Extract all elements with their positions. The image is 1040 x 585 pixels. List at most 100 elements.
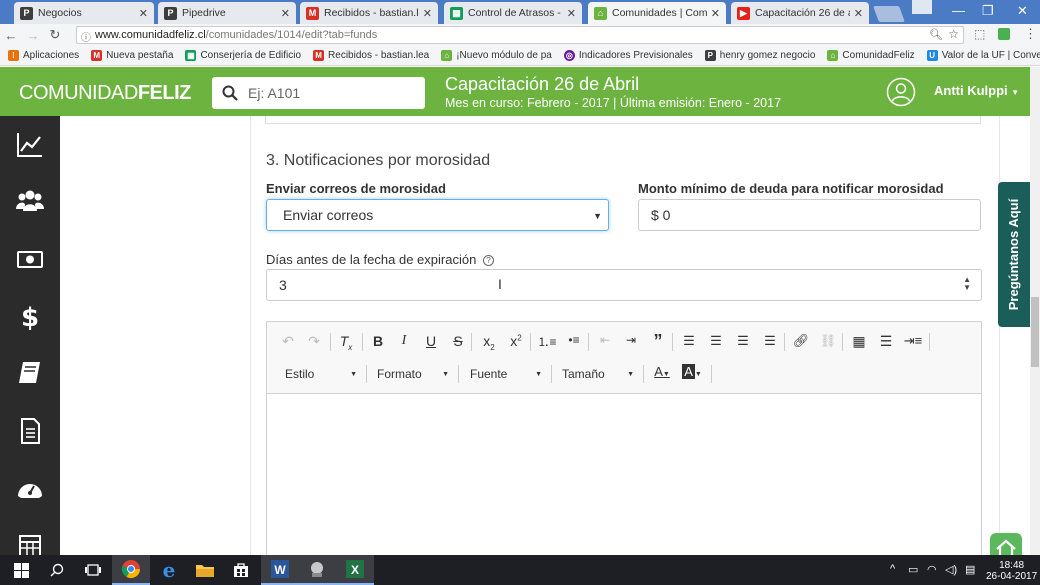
bookmark-henry[interactable]: Phenry gomez negocio: [704, 50, 815, 61]
browser-tab-comunidades[interactable]: ⌂ Comunidades | Comuni ✕: [588, 2, 726, 24]
table-icon[interactable]: ▦: [848, 333, 870, 350]
extension-icon[interactable]: ⬚: [974, 27, 985, 41]
undo-icon[interactable]: ↶: [277, 333, 299, 350]
volume-icon[interactable]: ◁): [945, 563, 957, 576]
browser-tab-sheets[interactable]: ▦ Control de Atrasos - Ho ✕: [444, 2, 582, 24]
search-box[interactable]: [212, 77, 425, 109]
windows-start-icon[interactable]: [2, 555, 40, 585]
size-combo[interactable]: Tamaño ▼: [562, 364, 634, 384]
browser-tab-youtube[interactable]: ▶ Capacitación 26 de abri ✕: [731, 2, 869, 24]
sidebar-item-payments[interactable]: $: [0, 291, 60, 341]
search-input[interactable]: [248, 85, 418, 101]
bookmark-nuevo-modulo[interactable]: ⌂ ¡Nuevo módulo de pa: [441, 50, 552, 61]
system-clock[interactable]: 18:48 26-04-2017: [986, 560, 1037, 582]
help-icon[interactable]: ?: [482, 255, 494, 266]
font-combo[interactable]: Fuente ▼: [470, 364, 542, 384]
reload-icon[interactable]: ↻: [44, 27, 66, 43]
chrome-icon[interactable]: [112, 555, 150, 585]
user-menu[interactable]: Antti Kulppi ▼: [934, 83, 1019, 98]
file-explorer-icon[interactable]: [186, 555, 224, 585]
bookmark-indicadores[interactable]: ◎ Indicadores Previsionales: [563, 50, 693, 61]
sidebar-item-dashboard[interactable]: [0, 464, 60, 514]
align-center-icon[interactable]: ☰: [705, 333, 727, 349]
format-combo[interactable]: Formato ▼: [377, 364, 449, 384]
sidebar-item-documents[interactable]: [0, 406, 60, 456]
restore-icon[interactable]: ❐: [982, 3, 994, 19]
strikethrough-icon[interactable]: S: [447, 333, 469, 349]
close-icon[interactable]: ✕: [423, 7, 432, 20]
outdent-icon[interactable]: ⇤: [594, 333, 616, 347]
number-stepper-icon[interactable]: ▲ ▼: [963, 276, 971, 292]
source-icon[interactable]: ⇥≡: [902, 333, 924, 349]
min-amount-input[interactable]: $ 0: [638, 199, 981, 231]
logo[interactable]: COMUNIDADFELIZ: [19, 82, 191, 105]
browser-tab-gmail[interactable]: M Recibidos - bastian.leal ✕: [300, 2, 438, 24]
sidebar-item-residents[interactable]: [0, 176, 60, 226]
chevron-up-icon[interactable]: ^: [890, 563, 895, 575]
search-icon[interactable]: [38, 555, 76, 585]
bookmark-recibidos[interactable]: M Recibidos - bastian.lea: [313, 50, 429, 61]
close-icon[interactable]: ✕: [281, 7, 290, 20]
redo-icon[interactable]: ↷: [303, 333, 325, 350]
wifi-icon[interactable]: ◠: [927, 563, 937, 576]
zoom-icon[interactable]: 🔍︎: [929, 28, 943, 41]
sidebar-item-stats[interactable]: [0, 120, 60, 170]
star-icon[interactable]: ☆: [948, 27, 959, 41]
help-tab[interactable]: Pregúntanos Aquí: [998, 182, 1030, 327]
horizontal-rule-icon[interactable]: ☰: [875, 333, 897, 350]
notifications-icon[interactable]: ▤: [965, 563, 975, 576]
page-scrollbar[interactable]: [1030, 67, 1040, 555]
scrollbar-thumb[interactable]: [1031, 297, 1039, 367]
minimize-icon[interactable]: —: [952, 3, 965, 18]
link-icon[interactable]: 🔗︎: [790, 333, 812, 349]
justify-icon[interactable]: ☰: [759, 333, 781, 349]
send-emails-select[interactable]: Enviar correos ▼: [266, 199, 609, 231]
bookmark-comunidadfeliz[interactable]: ⌂ ComunidadFeliz: [827, 50, 915, 61]
word-icon[interactable]: W: [261, 555, 299, 585]
excel-icon[interactable]: X: [336, 555, 374, 585]
numbered-list-icon[interactable]: ⒈≡: [536, 333, 558, 350]
remove-format-icon[interactable]: Tx: [335, 333, 357, 352]
back-icon[interactable]: ←: [0, 28, 22, 43]
bookmark-apps[interactable]: ⁞ Aplicaciones: [8, 50, 79, 61]
style-combo[interactable]: Estilo ▼: [285, 364, 357, 384]
close-window-icon[interactable]: ✕: [1017, 3, 1028, 19]
edge-icon[interactable]: e: [150, 555, 188, 585]
close-icon[interactable]: ✕: [854, 7, 863, 20]
superscript-icon[interactable]: x2: [505, 333, 527, 349]
browser-tab-pipedrive[interactable]: P Pipedrive ✕: [158, 2, 296, 24]
url-input[interactable]: ⓘ www.comunidadfeliz.cl/comunidades/1014…: [76, 26, 964, 44]
battery-icon[interactable]: ▭: [908, 563, 918, 576]
days-input[interactable]: 3 ▲ ▼: [266, 269, 982, 301]
app-generic-icon[interactable]: [298, 555, 336, 585]
align-right-icon[interactable]: ☰: [732, 333, 754, 349]
blockquote-icon[interactable]: ”: [647, 331, 669, 352]
new-tab-button[interactable]: [873, 6, 905, 22]
close-icon[interactable]: ✕: [711, 7, 720, 20]
user-avatar-icon[interactable]: [886, 77, 916, 107]
sidebar-item-records[interactable]: [0, 348, 60, 398]
italic-icon[interactable]: I: [393, 333, 415, 349]
close-icon[interactable]: ✕: [567, 7, 576, 20]
bullet-list-icon[interactable]: •≡: [563, 333, 585, 347]
store-icon[interactable]: [222, 555, 260, 585]
close-icon[interactable]: ✕: [139, 7, 148, 20]
subscript-icon[interactable]: x2: [478, 333, 500, 352]
forward-icon[interactable]: →: [22, 28, 44, 43]
indent-icon[interactable]: ⇥: [620, 333, 642, 347]
bold-icon[interactable]: B: [367, 333, 389, 349]
sidebar-item-funds[interactable]: [0, 234, 60, 284]
task-view-icon[interactable]: [74, 555, 112, 585]
underline-icon[interactable]: U: [420, 333, 442, 349]
profile-icon[interactable]: [912, 0, 932, 14]
bookmark-conserjeria[interactable]: ▦ Conserjería de Edificio: [185, 50, 301, 61]
extension-green-icon[interactable]: [998, 28, 1010, 40]
background-color-icon[interactable]: A ▼: [681, 364, 703, 379]
text-color-icon[interactable]: A▼: [651, 364, 673, 379]
browser-tab-negocios[interactable]: P Negocios ✕: [14, 2, 154, 24]
unlink-icon[interactable]: ⛓︎: [817, 333, 839, 349]
align-left-icon[interactable]: ☰: [678, 333, 700, 349]
bookmark-uf[interactable]: U Valor de la UF | Conve: [926, 50, 1040, 61]
bookmark-new-tab[interactable]: M Nueva pestaña: [91, 50, 173, 61]
menu-icon[interactable]: ⋮: [1024, 26, 1037, 42]
